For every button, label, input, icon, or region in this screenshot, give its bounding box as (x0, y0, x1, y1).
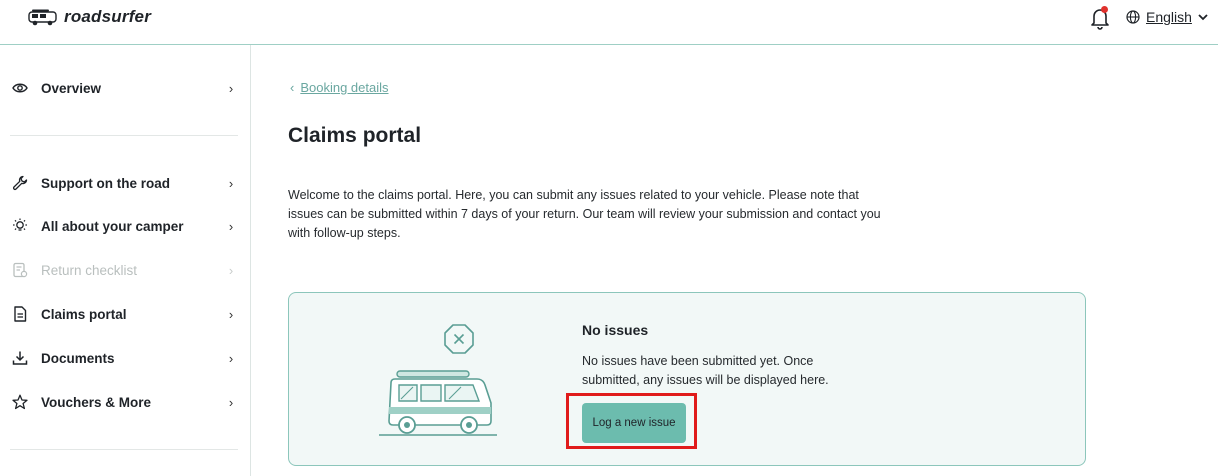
sidebar-item-claims-portal[interactable]: Claims portal › (10, 298, 240, 330)
chevron-right-icon: › (228, 218, 234, 234)
language-label: English (1146, 9, 1192, 25)
eye-icon (11, 79, 29, 97)
notification-dot (1101, 6, 1108, 13)
chevron-right-icon: › (228, 350, 234, 366)
sidebar-item-vouchers-and-more[interactable]: Vouchers & More › (10, 386, 240, 418)
back-link-booking-details[interactable]: ‹ Booking details (290, 80, 389, 95)
wrench-icon (11, 174, 29, 192)
campervan-icon (28, 9, 57, 26)
sidebar-item-label: Documents (41, 350, 115, 366)
highlight-box (566, 393, 697, 449)
sidebar-item-label: Vouchers & More (41, 394, 152, 410)
sidebar-item-all-about-your-camper[interactable]: All about your camper › (10, 210, 240, 242)
chevron-down-icon (1198, 13, 1208, 20)
sidebar-divider (10, 135, 238, 136)
download-icon (11, 349, 29, 367)
sidebar-item-label: Return checklist (41, 262, 138, 278)
logo-text: roadsurfer (64, 7, 152, 26)
language-selector[interactable]: English (1126, 9, 1208, 25)
sidebar-item-label: Overview (41, 80, 102, 96)
sidebar-item-label: All about your camper (41, 218, 184, 234)
sidebar-item-documents[interactable]: Documents › (10, 342, 240, 374)
chevron-right-icon: › (228, 306, 234, 322)
campervan-illustration-icon (379, 324, 497, 436)
page-title: Claims portal (288, 124, 422, 147)
intro-text: Welcome to the claims portal. Here, you … (288, 188, 881, 240)
sidebar: Overview › Support on the road › All abo… (0, 45, 251, 476)
checklist-icon (11, 261, 29, 279)
star-icon (11, 393, 29, 411)
sidebar-item-label: Claims portal (41, 306, 127, 322)
globe-icon (1126, 10, 1140, 24)
back-link-label: Booking details (300, 80, 389, 95)
chevron-right-icon: › (228, 394, 234, 410)
card-message: No issues have been submitted yet. Once … (582, 354, 829, 387)
logo[interactable]: roadsurfer (28, 7, 151, 27)
sidebar-item-label: Support on the road (41, 175, 170, 191)
lightbulb-icon (11, 217, 29, 235)
chevron-right-icon: › (228, 262, 234, 278)
sidebar-item-overview[interactable]: Overview › (10, 72, 240, 104)
top-header: roadsurfer English (0, 0, 1218, 45)
chevron-right-icon: › (228, 175, 234, 191)
sidebar-item-support-on-the-road[interactable]: Support on the road › (10, 167, 240, 199)
chevron-right-icon: › (228, 80, 234, 96)
sidebar-item-return-checklist: Return checklist › (10, 254, 240, 286)
sidebar-divider (10, 449, 238, 450)
card-title: No issues (582, 322, 649, 338)
chevron-left-icon: ‹ (290, 80, 295, 95)
document-icon (11, 305, 29, 323)
